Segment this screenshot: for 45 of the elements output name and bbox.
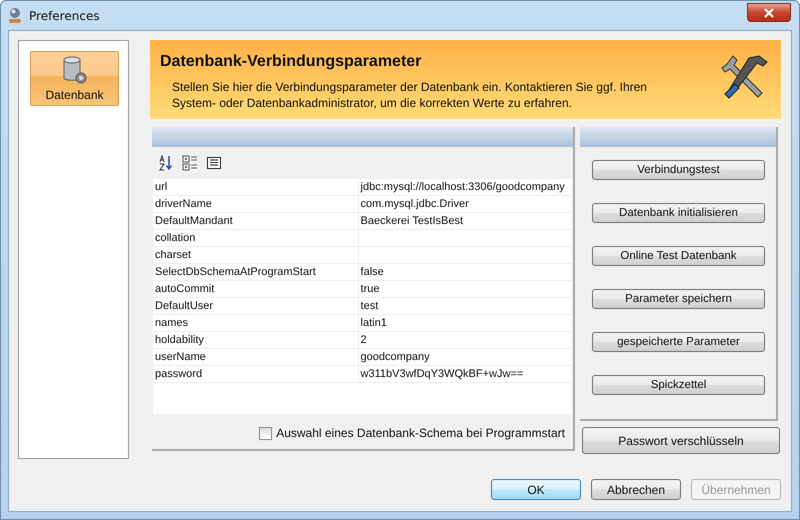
property-value[interactable]: latin1 — [358, 315, 572, 331]
window-title: Preferences — [29, 8, 101, 22]
property-value[interactable]: test — [358, 298, 572, 314]
database-icon — [60, 55, 88, 85]
checkbox-label: Auswahl eines Datenbank-Schema bei Programmstart — [276, 426, 565, 440]
property-value[interactable]: w311bV3wfDqY3WQkBF+wJw== — [358, 366, 572, 382]
sidebar-item[interactable]: Datenbank — [30, 51, 119, 106]
property-name: password — [154, 367, 204, 382]
dialog-button[interactable]: Abbrechen — [591, 479, 681, 500]
action-button[interactable]: Online Test Datenbank — [592, 246, 765, 266]
action-button[interactable]: Datenbank initialisieren — [592, 203, 765, 223]
property-name: charset — [154, 248, 192, 263]
action-button[interactable]: Verbindungstest — [592, 160, 765, 180]
tools-icon — [721, 54, 769, 100]
categorized-icon[interactable] — [182, 155, 198, 171]
close-icon — [764, 8, 774, 18]
property-name: autoCommit — [154, 282, 216, 297]
property-name: driverName — [154, 197, 213, 212]
property-name: DefaultMandant — [154, 214, 234, 229]
encrypt-password-button[interactable]: Passwort verschlüsseln — [582, 427, 780, 454]
property-name: holdability — [154, 333, 205, 348]
property-value[interactable]: com.mysql.jdbc.Driver — [358, 196, 572, 212]
property-name: DefaultUser — [154, 299, 214, 314]
property-value[interactable]: jdbc:mysql://localhost:3306/goodcompany — [358, 179, 572, 195]
action-button[interactable]: Spickzettel — [592, 375, 765, 395]
property-value[interactable]: true — [358, 281, 572, 297]
property-value[interactable]: goodcompany — [358, 349, 572, 365]
property-value[interactable]: false — [358, 264, 572, 280]
app-icon — [7, 6, 23, 24]
dialog-button[interactable]: OK — [491, 479, 581, 500]
action-button[interactable]: Parameter speichern — [592, 289, 765, 309]
property-name: userName — [154, 350, 207, 365]
property-value[interactable]: 2 — [358, 332, 572, 348]
property-pages-icon[interactable] — [206, 155, 222, 171]
section-title: Datenbank-Verbindungsparameter — [160, 53, 422, 71]
action-button[interactable]: gespeicherte Parameter — [592, 332, 765, 352]
property-value[interactable]: Baeckerei TestIsBest — [358, 213, 572, 229]
close-button[interactable] — [747, 3, 791, 22]
property-name: url — [154, 180, 168, 195]
section-description: Stellen Sie hier die Verbindungsparameter der Datenbank ein. Kontaktieren Sie ggf. Ihren System- oder Datenbankadministrator, um die korrekten Werte zu erfahren. — [171, 79, 648, 111]
property-name: names — [154, 316, 190, 331]
sort-alphabetical-icon[interactable] — [158, 155, 174, 171]
property-name: SelectDbSchemaAtProgramStart — [154, 265, 317, 280]
checkbox[interactable] — [259, 426, 272, 440]
property-name: collation — [154, 231, 196, 246]
